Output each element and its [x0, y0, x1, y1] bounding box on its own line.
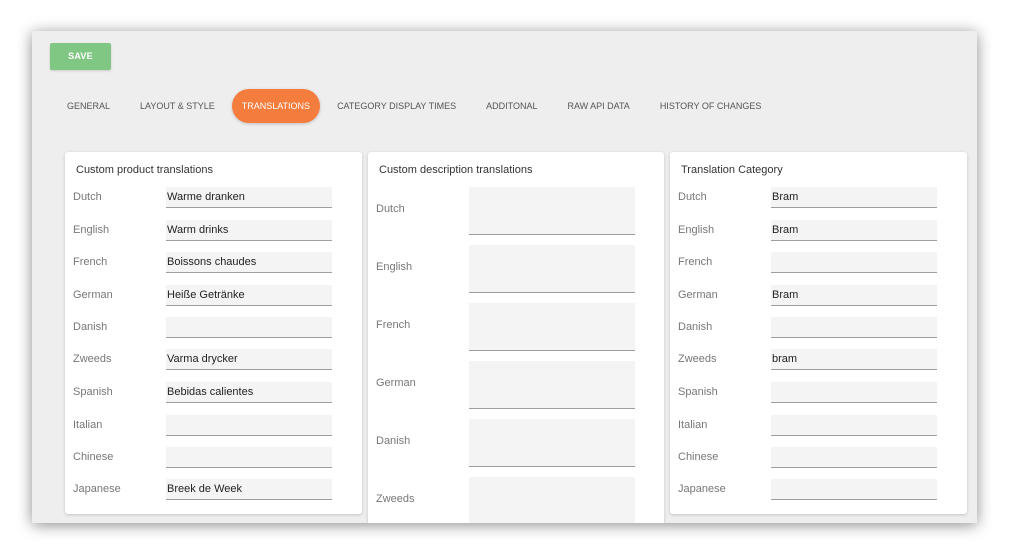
product-translations-card: Custom product translations Dutch Englis…: [65, 152, 362, 514]
tab-history-of-changes[interactable]: HISTORY OF CHANGES: [647, 89, 775, 123]
description-row-french: French: [368, 303, 664, 351]
tab-additonal[interactable]: ADDITONAL: [473, 89, 550, 123]
row-label: Zweeds: [376, 493, 415, 505]
description-row-dutch: Dutch: [368, 187, 664, 235]
category-row-french: French: [670, 252, 967, 274]
product-french-input[interactable]: [166, 252, 332, 273]
tab-layout-style[interactable]: LAYOUT & STYLE: [127, 89, 228, 123]
category-zweeds-input[interactable]: [771, 349, 937, 370]
tab-raw-api-data[interactable]: RAW API DATA: [554, 89, 642, 123]
product-row-italian: Italian: [65, 415, 362, 437]
category-row-zweeds: Zweeds: [670, 349, 967, 371]
category-french-input[interactable]: [771, 252, 937, 273]
description-translations-card: Custom description translations Dutch En…: [368, 152, 664, 523]
product-row-german: German: [65, 285, 362, 307]
product-row-danish: Danish: [65, 317, 362, 339]
card-title: Custom product translations: [76, 164, 213, 176]
category-japanese-input[interactable]: [771, 479, 937, 500]
row-label: Japanese: [678, 483, 726, 495]
row-label: Dutch: [376, 203, 405, 215]
row-label: Dutch: [678, 191, 707, 203]
product-spanish-input[interactable]: [166, 382, 332, 403]
product-row-english: English: [65, 220, 362, 242]
row-label: Italian: [678, 419, 708, 431]
description-zweeds-textarea[interactable]: [469, 477, 635, 523]
row-label: Italian: [73, 419, 103, 431]
product-danish-input[interactable]: [166, 317, 332, 338]
category-chinese-input[interactable]: [771, 447, 937, 468]
product-row-zweeds: Zweeds: [65, 349, 362, 371]
product-row-chinese: Chinese: [65, 447, 362, 469]
description-row-english: English: [368, 245, 664, 293]
category-translations-card: Translation Category Dutch English Frenc…: [670, 152, 967, 514]
row-label: English: [73, 224, 110, 236]
product-chinese-input[interactable]: [166, 447, 332, 468]
product-german-input[interactable]: [166, 285, 332, 306]
row-label: Zweeds: [73, 353, 112, 365]
row-label: German: [73, 289, 113, 301]
row-label: English: [376, 261, 413, 273]
product-dutch-input[interactable]: [166, 187, 332, 208]
row-label: Danish: [678, 321, 713, 333]
save-button[interactable]: SAVE: [50, 43, 111, 70]
row-label: French: [678, 256, 713, 268]
product-zweeds-input[interactable]: [166, 349, 332, 370]
editor-window: SAVE GENERAL LAYOUT & STYLE TRANSLATIONS…: [32, 31, 977, 523]
row-label: English: [678, 224, 715, 236]
description-german-textarea[interactable]: [469, 361, 635, 409]
category-row-chinese: Chinese: [670, 447, 967, 469]
row-label: French: [73, 256, 108, 268]
row-label: German: [678, 289, 718, 301]
row-label: Japanese: [73, 483, 121, 495]
product-row-french: French: [65, 252, 362, 274]
category-italian-input[interactable]: [771, 415, 937, 436]
category-row-german: German: [670, 285, 967, 307]
tab-category-display-times[interactable]: CATEGORY DISPLAY TIMES: [324, 89, 469, 123]
category-row-japanese: Japanese: [670, 479, 967, 501]
card-title: Custom description translations: [379, 164, 533, 176]
category-english-input[interactable]: [771, 220, 937, 241]
row-label: Danish: [376, 435, 411, 447]
product-row-spanish: Spanish: [65, 382, 362, 404]
row-label: Chinese: [678, 451, 719, 463]
description-danish-textarea[interactable]: [469, 419, 635, 467]
category-row-dutch: Dutch: [670, 187, 967, 209]
description-row-zweeds: Zweeds: [368, 477, 664, 523]
description-french-textarea[interactable]: [469, 303, 635, 351]
category-danish-input[interactable]: [771, 317, 937, 338]
category-spanish-input[interactable]: [771, 382, 937, 403]
description-row-danish: Danish: [368, 419, 664, 467]
description-english-textarea[interactable]: [469, 245, 635, 293]
product-english-input[interactable]: [166, 220, 332, 241]
card-title: Translation Category: [681, 164, 783, 176]
description-dutch-textarea[interactable]: [469, 187, 635, 235]
description-row-german: German: [368, 361, 664, 409]
category-german-input[interactable]: [771, 285, 937, 306]
row-label: Danish: [73, 321, 108, 333]
row-label: Spanish: [73, 386, 113, 398]
row-label: Chinese: [73, 451, 114, 463]
category-dutch-input[interactable]: [771, 187, 937, 208]
category-row-english: English: [670, 220, 967, 242]
category-row-danish: Danish: [670, 317, 967, 339]
product-japanese-input[interactable]: [166, 479, 332, 500]
product-row-dutch: Dutch: [65, 187, 362, 209]
category-row-spanish: Spanish: [670, 382, 967, 404]
category-row-italian: Italian: [670, 415, 967, 437]
tab-translations[interactable]: TRANSLATIONS: [231, 89, 321, 123]
product-row-japanese: Japanese: [65, 479, 362, 501]
product-italian-input[interactable]: [166, 415, 332, 436]
row-label: Zweeds: [678, 353, 717, 365]
row-label: German: [376, 377, 416, 389]
row-label: Dutch: [73, 191, 102, 203]
tab-bar: GENERAL LAYOUT & STYLE TRANSLATIONS CATE…: [54, 89, 778, 123]
row-label: French: [376, 319, 411, 331]
tab-general[interactable]: GENERAL: [54, 89, 123, 123]
row-label: Spanish: [678, 386, 718, 398]
